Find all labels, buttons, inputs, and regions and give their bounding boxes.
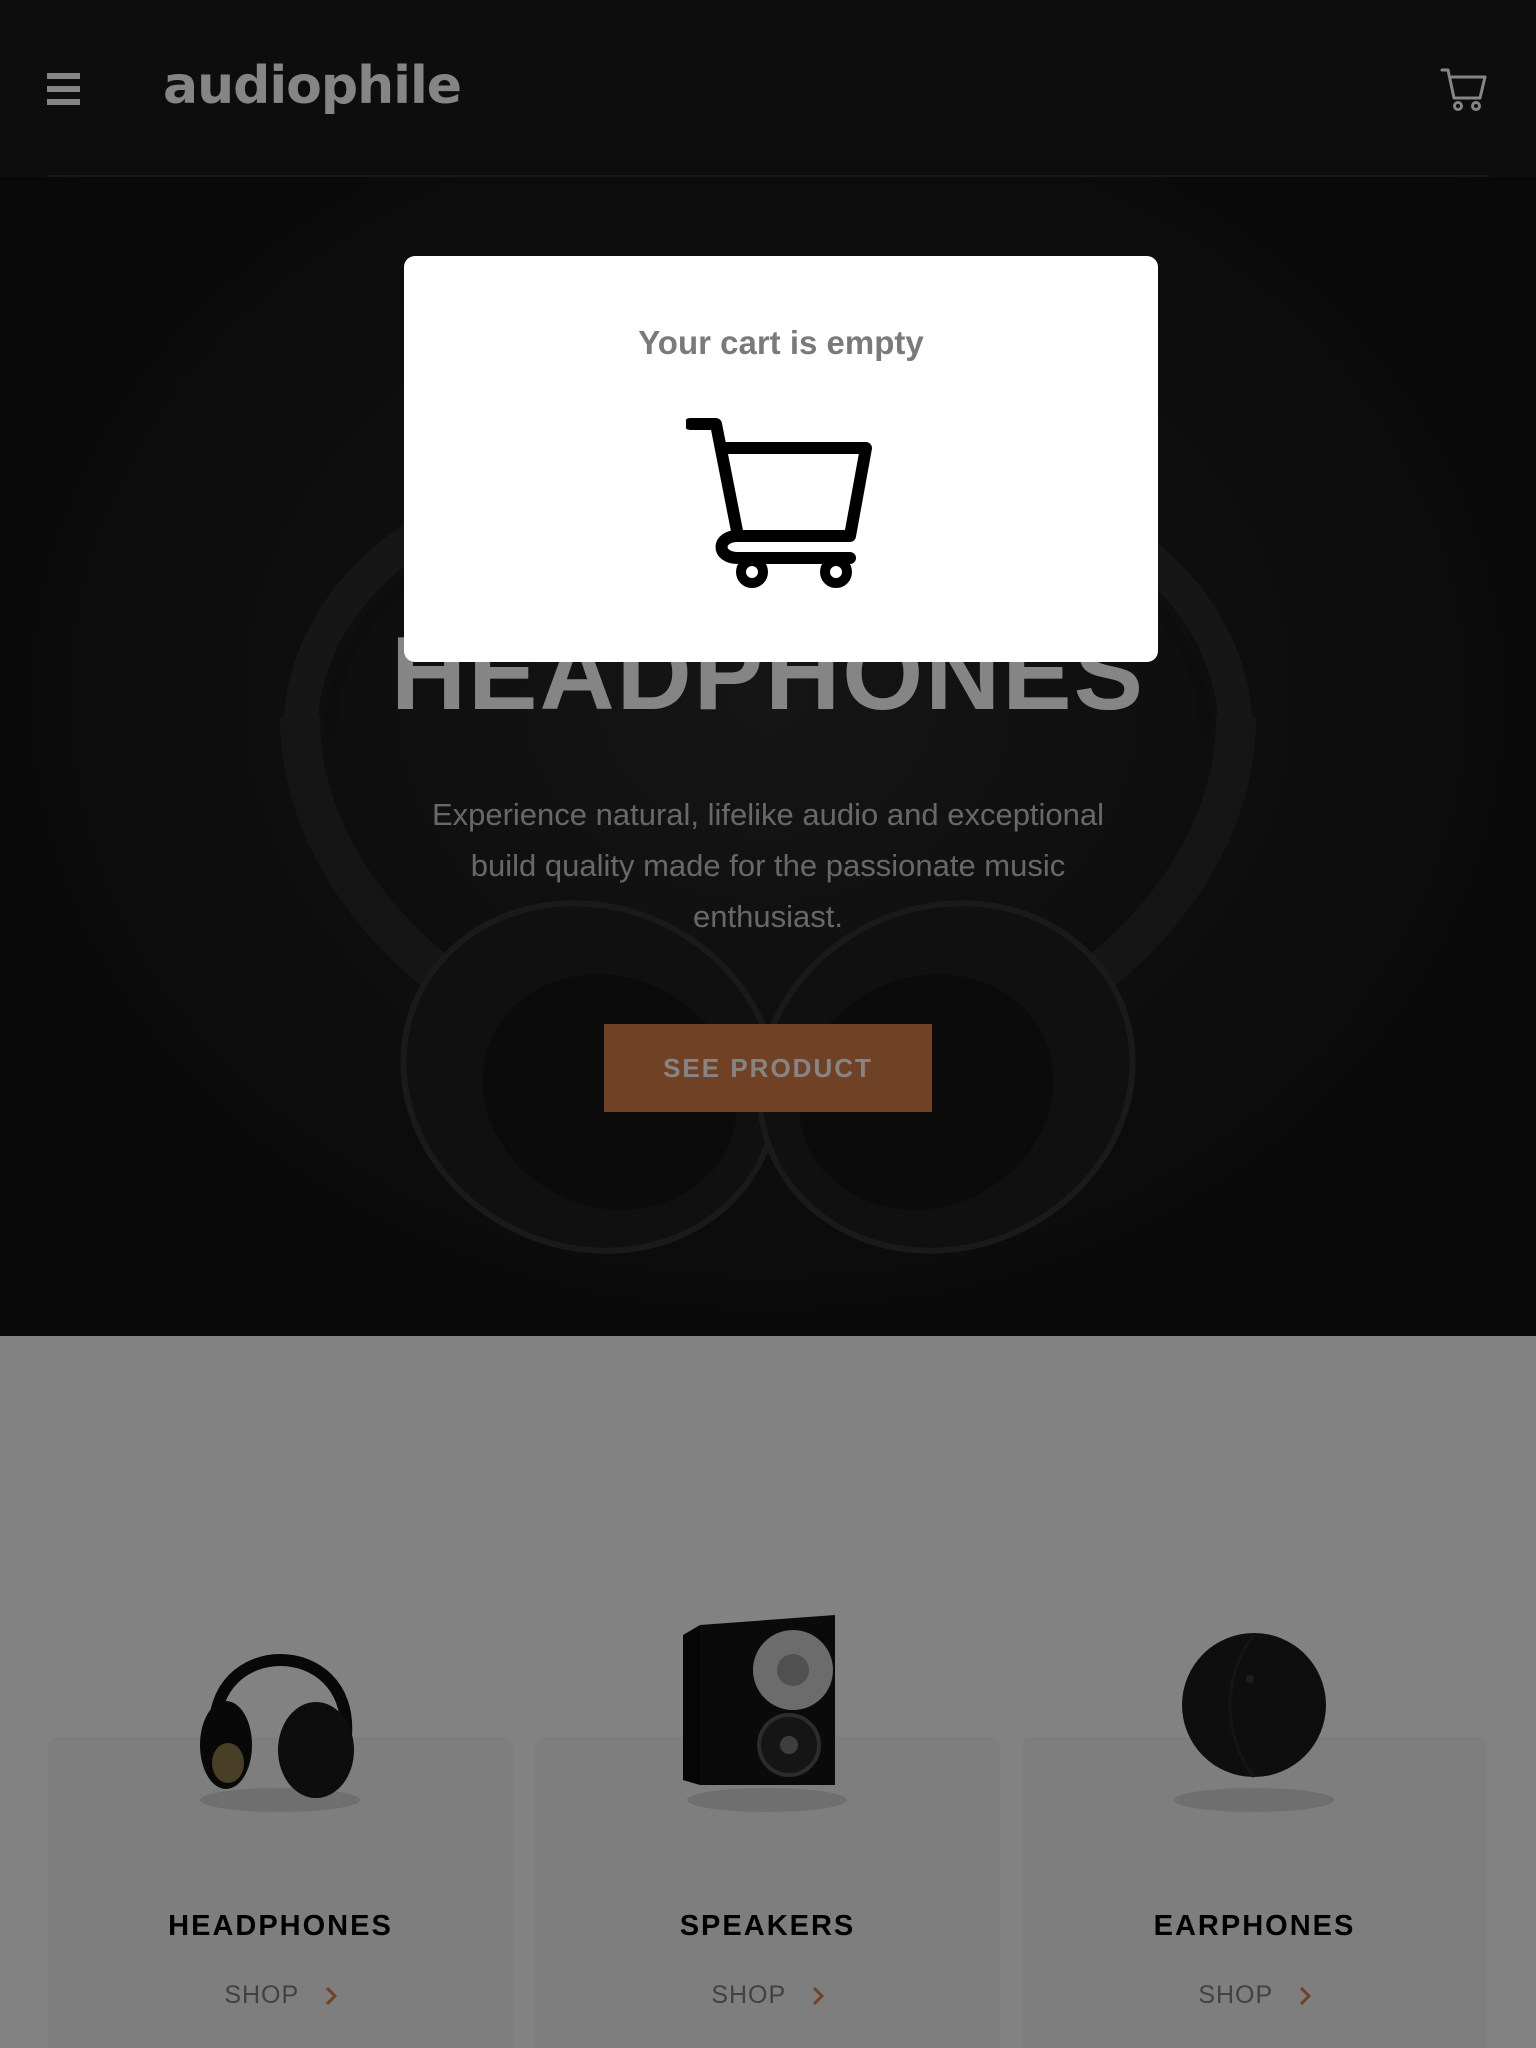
cart-modal: Your cart is empty [404,256,1158,662]
empty-cart-icon [686,418,872,588]
cart-empty-message: Your cart is empty [638,324,924,361]
